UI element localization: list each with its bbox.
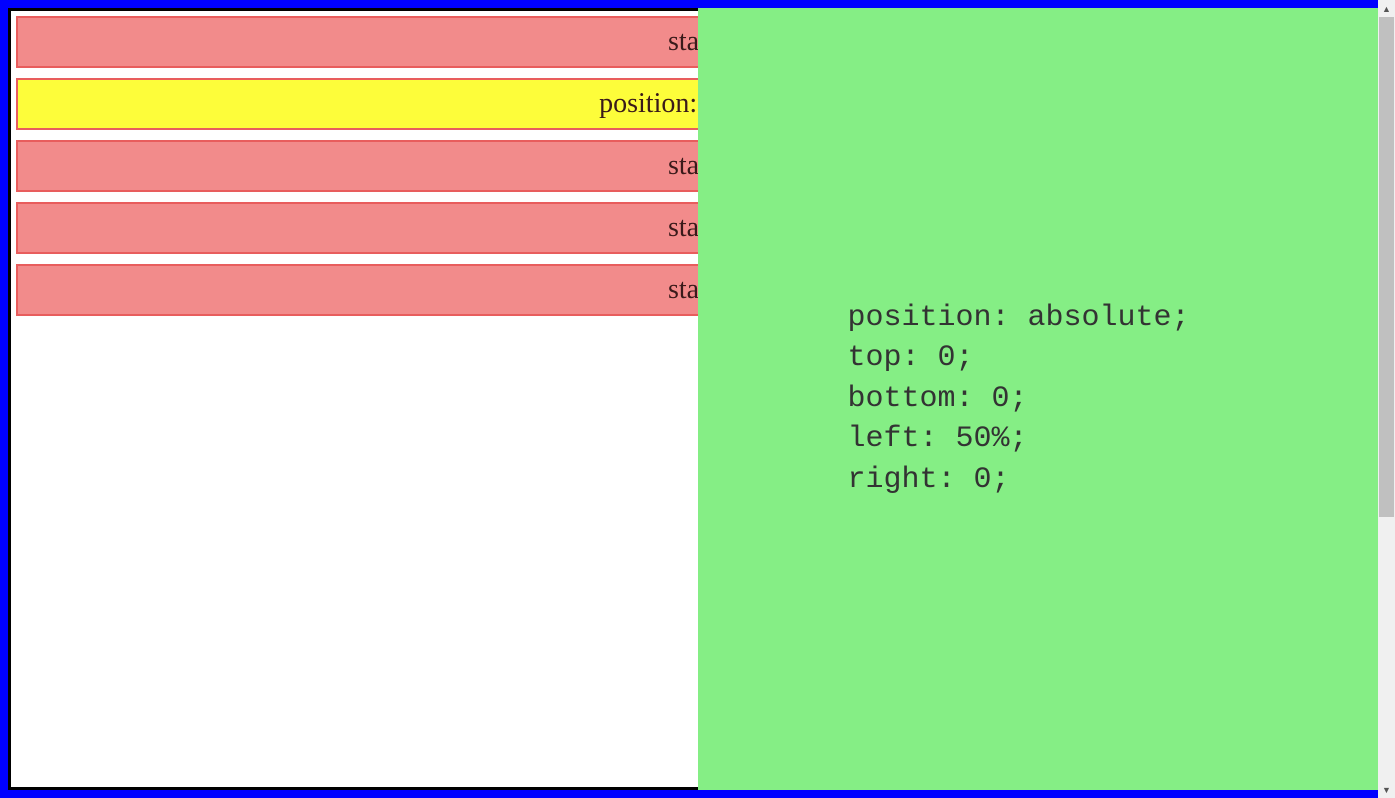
absolute-green-panel: position: absolute; top: 0; bottom: 0; l…	[698, 8, 1395, 790]
code-line-2: bottom: 0;	[848, 382, 1028, 416]
code-line-4: right: 0;	[848, 463, 1010, 497]
code-line-1: top: 0;	[848, 341, 974, 375]
scrollbar-up-arrow-icon[interactable]: ▲	[1378, 0, 1395, 17]
code-line-0: position: absolute;	[848, 301, 1190, 335]
scrollbar-thumb[interactable]	[1379, 17, 1394, 517]
inner-black-border: static position: relative; static static…	[8, 8, 1387, 790]
outer-blue-border: static position: relative; static static…	[0, 0, 1395, 798]
viewport-wrapper: static position: relative; static static…	[0, 0, 1395, 798]
code-line-3: left: 50%;	[848, 422, 1028, 456]
css-code-block: position: absolute; top: 0; bottom: 0; l…	[848, 298, 1190, 501]
vertical-scrollbar[interactable]: ▲ ▼	[1378, 0, 1395, 798]
scrollbar-down-arrow-icon[interactable]: ▼	[1378, 781, 1395, 798]
